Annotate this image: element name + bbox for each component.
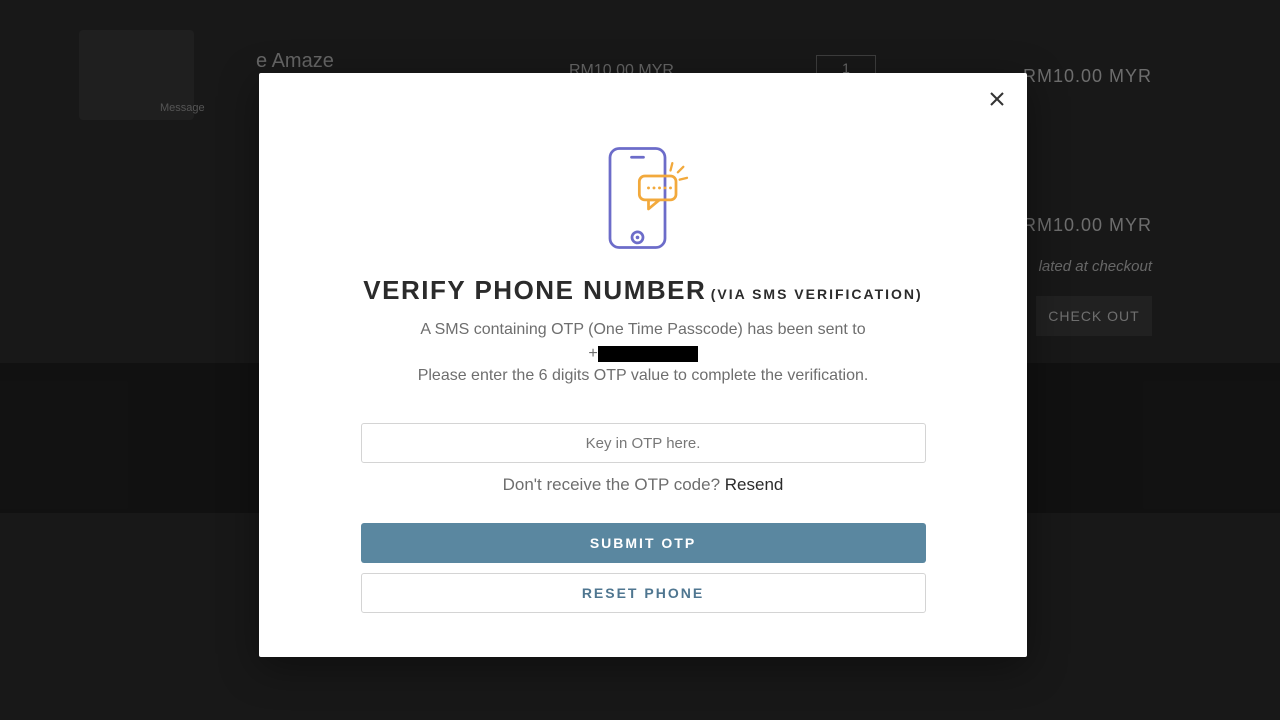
- modal-subtitle: (VIA SMS VERIFICATION): [711, 286, 923, 302]
- resend-row: Don't receive the OTP code? Resend: [361, 475, 926, 495]
- modal-description-2: Please enter the 6 digits OTP value to c…: [295, 367, 991, 385]
- resend-prompt: Don't receive the OTP code?: [503, 475, 725, 494]
- phone-sms-icon: [295, 143, 991, 253]
- phone-prefix: +: [588, 345, 597, 362]
- verify-phone-modal: VERIFY PHONE NUMBER (VIA SMS VERIFICATIO…: [259, 73, 1027, 657]
- otp-input[interactable]: [361, 423, 926, 463]
- modal-description-1: A SMS containing OTP (One Time Passcode)…: [295, 316, 991, 343]
- modal-title: VERIFY PHONE NUMBER: [363, 275, 706, 305]
- masked-phone-row: +: [295, 345, 991, 363]
- close-button[interactable]: [987, 89, 1007, 109]
- modal-title-row: VERIFY PHONE NUMBER (VIA SMS VERIFICATIO…: [295, 275, 991, 306]
- submit-otp-button[interactable]: SUBMIT OTP: [361, 523, 926, 563]
- resend-link[interactable]: Resend: [725, 475, 784, 494]
- reset-phone-button[interactable]: RESET PHONE: [361, 573, 926, 613]
- phone-mask: [598, 346, 698, 362]
- close-icon: [989, 91, 1005, 107]
- otp-form: Don't receive the OTP code? Resend SUBMI…: [361, 423, 926, 613]
